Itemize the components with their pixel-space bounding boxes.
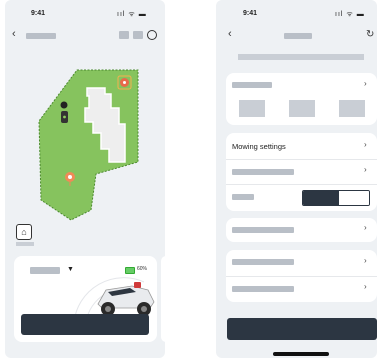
device-title-placeholder — [26, 33, 56, 39]
toggle-label-placeholder — [232, 194, 254, 200]
mowing-settings-card: Mowing settings › › — [226, 133, 377, 211]
overview-tile-1 — [239, 100, 265, 117]
segmented-toggle[interactable] — [302, 190, 370, 206]
primary-action-button[interactable] — [227, 318, 377, 340]
status-icons: ııl ᯤ ▬ — [335, 11, 365, 18]
caret-down-icon[interactable]: ▼ — [67, 266, 74, 273]
setting-label-placeholder — [232, 169, 294, 175]
back-chevron-icon[interactable]: ‹ — [228, 28, 232, 40]
battery-percentage: 60% — [137, 266, 148, 272]
chevron-right-icon: › — [364, 223, 367, 232]
settings-row[interactable]: › — [226, 277, 377, 302]
mowing-settings-row[interactable]: Mowing settings › — [226, 133, 377, 160]
mower-status-card[interactable]: ▼ 60% — [14, 256, 157, 342]
page-title-placeholder — [284, 33, 312, 39]
settings-row[interactable]: › — [226, 250, 377, 277]
setting-label-placeholder — [232, 286, 294, 292]
mower-image — [97, 282, 155, 316]
home-indicator — [273, 352, 329, 356]
next-card-peek — [161, 256, 165, 342]
overview-label-placeholder — [232, 82, 272, 88]
settings-list-card: › › — [226, 250, 377, 302]
mowing-settings-label: Mowing settings — [232, 142, 286, 151]
status-time: 9:41 — [31, 10, 46, 17]
toggle-option-off[interactable] — [339, 191, 369, 205]
home-upload-icon[interactable]: ⌂ — [16, 224, 32, 240]
chevron-right-icon: › — [364, 79, 367, 88]
info-marker-icon — [60, 101, 68, 109]
refresh-icon[interactable]: ↻ — [366, 29, 374, 40]
settings-row[interactable]: › — [226, 160, 377, 185]
setting-label-placeholder — [232, 227, 294, 233]
toggle-option-on[interactable] — [303, 191, 339, 205]
chevron-right-icon: › — [364, 140, 367, 149]
chevron-right-icon: › — [364, 256, 367, 265]
lawn-map[interactable] — [5, 50, 165, 250]
map-screen: 9:41 ııl ᯤ ▬ ‹ ⌂ ▼ 60% — [5, 0, 165, 358]
toggle-row — [226, 185, 377, 211]
mower-name-placeholder — [30, 267, 60, 274]
setting-label-placeholder — [232, 259, 294, 265]
overview-tile-2 — [289, 100, 315, 117]
map-layer-icon[interactable] — [119, 31, 129, 39]
chevron-right-icon: › — [364, 165, 367, 174]
settings-icon[interactable] — [147, 30, 157, 40]
overview-tile-3 — [339, 100, 365, 117]
subtitle-placeholder — [238, 54, 364, 60]
settings-screen: 9:41 ııl ᯤ ▬ ‹ ↻ › Mowing settings › › ›… — [216, 0, 377, 358]
overview-card[interactable]: › — [226, 73, 377, 125]
status-icons: ııl ᯤ ▬ — [117, 11, 147, 18]
mower-position-icon — [61, 111, 68, 123]
chevron-right-icon: › — [364, 282, 367, 291]
back-chevron-icon[interactable]: ‹ — [12, 28, 16, 40]
start-mowing-button[interactable] — [21, 314, 149, 335]
settings-row-card[interactable]: › — [226, 218, 377, 242]
status-time: 9:41 — [243, 10, 258, 17]
grid-icon[interactable] — [133, 31, 143, 39]
battery-icon — [125, 267, 135, 274]
home-label-placeholder — [16, 242, 34, 246]
